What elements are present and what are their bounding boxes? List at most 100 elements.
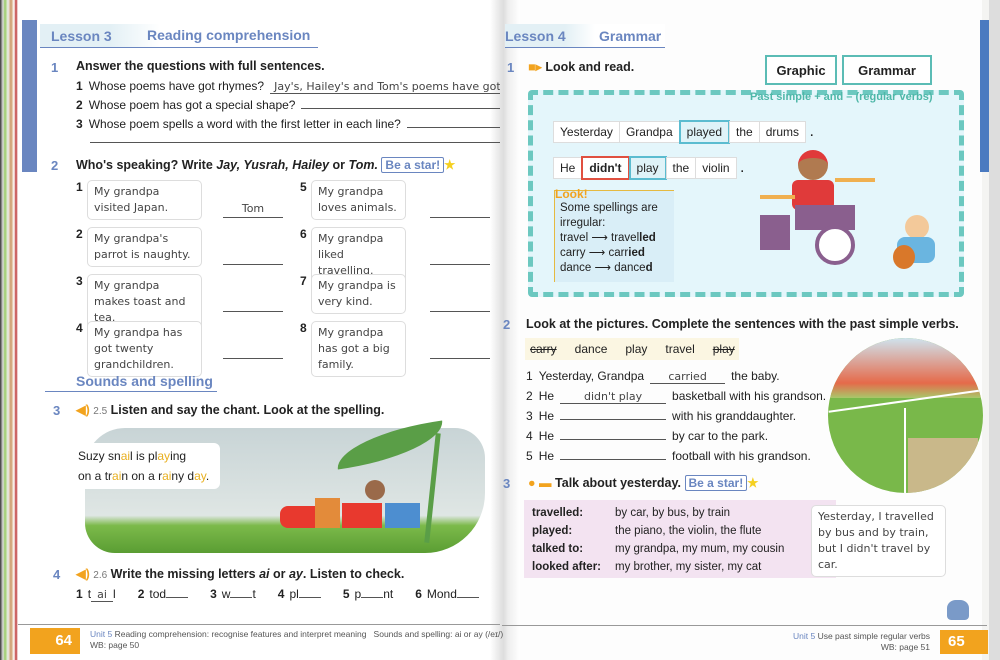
item-number: 6: [415, 587, 422, 601]
section-title: Sounds and spelling: [76, 373, 213, 389]
page-number-badge: 64: [30, 628, 80, 654]
item-number: 1: [526, 369, 533, 383]
answer-line[interactable]: [223, 249, 283, 265]
chant-segment: ai: [112, 469, 122, 483]
exercise-number: 2: [51, 158, 59, 173]
speech-bubble: My grandpa is very kind.: [311, 274, 406, 314]
exercise-number: 1: [507, 60, 515, 75]
answer-line[interactable]: [223, 296, 283, 312]
chant-segment: ay: [194, 469, 206, 483]
answer-line[interactable]: [430, 296, 490, 312]
look-label: Look!: [555, 187, 588, 201]
word-part: p: [354, 587, 362, 601]
word-chip: Yesterday: [553, 121, 620, 143]
answer-line[interactable]: [90, 142, 500, 143]
sentence-start: He: [538, 429, 555, 443]
exercise-number: 3: [53, 403, 61, 418]
sentence-end: the baby.: [731, 369, 780, 383]
base-verb: travel: [560, 232, 589, 244]
sentence-item: 3 He with his granddaughter.: [526, 409, 796, 423]
answer-line[interactable]: ai: [91, 588, 114, 602]
talk-verb: travelled:: [532, 507, 584, 519]
answer-line[interactable]: [298, 597, 321, 598]
base-verb: carry: [560, 247, 586, 259]
past-ending: d: [645, 262, 653, 274]
letter-item: 3w t: [210, 587, 256, 601]
answer-line[interactable]: [560, 459, 667, 460]
answer-line[interactable]: [223, 343, 283, 359]
look-box: Look! Some spellings are irregular: travel…: [554, 187, 674, 282]
footer-text: Unit 5 Reading comprehension: recognise …: [90, 629, 504, 650]
exercise-title: Answer the questions with full sentences…: [76, 59, 325, 73]
item-number: 3: [526, 409, 533, 423]
chant-segment: ai: [120, 449, 131, 463]
answer-line[interactable]: [301, 108, 500, 109]
word-option: play: [712, 342, 735, 356]
item-number: 5: [300, 180, 307, 194]
speech-bubble: My grandpa has got a big family.: [311, 321, 406, 377]
answer-line[interactable]: Jay's, Hailey's and Tom's poems have got…: [270, 80, 500, 94]
word-chip: drums: [758, 121, 807, 143]
chant-segment: ay: [157, 449, 171, 463]
past-stem: carr: [608, 247, 629, 259]
footer-rule: [18, 624, 500, 625]
word-chip: He: [553, 157, 583, 179]
train: [280, 480, 420, 528]
answer-line[interactable]: [560, 419, 667, 420]
word-part: Mond: [426, 587, 457, 601]
sentence-end: by car to the park.: [672, 429, 769, 443]
word-chip: play: [628, 156, 667, 180]
talk-options: the piano, the violin, the flute: [615, 525, 762, 537]
item-number: 2: [76, 98, 83, 112]
audio-icon[interactable]: ◀): [76, 403, 90, 417]
speech-bubble: My grandpa has got twenty grandchildren.: [87, 321, 202, 377]
past-stem: dance: [614, 262, 646, 274]
exercise-title: ● ▬ Talk about yesterday. Be a star! ★: [528, 475, 759, 491]
sentence-end: football with his grandson.: [672, 449, 811, 463]
word-part: tod: [149, 587, 167, 601]
answer-line[interactable]: [430, 343, 490, 359]
chant-segment: ny d: [171, 469, 195, 483]
talk-options: my brother, my sister, my cat: [615, 561, 762, 573]
past-ending: ied: [628, 247, 645, 259]
answer-line[interactable]: carried: [650, 370, 726, 384]
chant-segment: n on a r: [121, 469, 163, 483]
left-blue-tab: [22, 20, 37, 172]
audio-icon[interactable]: ◀): [76, 567, 90, 581]
answer-line[interactable]: Tom: [223, 202, 283, 218]
answer-line[interactable]: didn't play: [560, 390, 667, 404]
item-number: 4: [277, 587, 285, 601]
answer-line[interactable]: [230, 597, 253, 598]
sentence-item: 2 He didn't play basketball with his grands…: [526, 389, 826, 404]
item-number: 5: [342, 587, 350, 601]
word-option: dance: [574, 342, 608, 356]
leaf: [333, 420, 447, 470]
be-a-star-badge: Be a star!: [381, 157, 445, 173]
lesson-header: Lesson 4 Grammar: [505, 24, 665, 48]
item-number: 3: [210, 587, 217, 601]
answer-line[interactable]: [166, 597, 189, 598]
speech-bubble: My grandpa visited Japan.: [87, 180, 202, 220]
answer-line[interactable]: [430, 202, 490, 218]
answer-line[interactable]: [361, 597, 384, 598]
talk-table: travelled: by car, by bus, by train played…: [524, 500, 836, 578]
tab-graphic: Graphic: [765, 55, 837, 85]
item-number: 4: [76, 321, 83, 335]
answer-line[interactable]: [430, 249, 490, 265]
chant-text: Suzy snail is playing on a train on a rai…: [75, 443, 220, 489]
sentence-end: basketball with his grandson.: [672, 389, 827, 403]
past-ending: led: [639, 232, 656, 244]
talk-verb: played:: [532, 525, 573, 537]
answer-line[interactable]: [456, 597, 479, 598]
word-option: carry: [530, 342, 557, 356]
answer-line[interactable]: [406, 127, 500, 128]
lesson-title: Reading comprehension: [147, 27, 311, 43]
right-blue-tab: [980, 20, 989, 172]
question-text: Whose poem has got a special shape?: [88, 98, 296, 112]
lesson-number: Lesson 4: [505, 28, 566, 44]
spelling-pair: travel ⟶ travelled: [560, 231, 674, 246]
exercise-number: 3: [503, 476, 511, 491]
grandpa-pictures: [828, 338, 983, 493]
answer-line[interactable]: [560, 439, 667, 440]
footer-text: Unit 5 Use past simple regular verbs WB: …: [792, 631, 930, 652]
